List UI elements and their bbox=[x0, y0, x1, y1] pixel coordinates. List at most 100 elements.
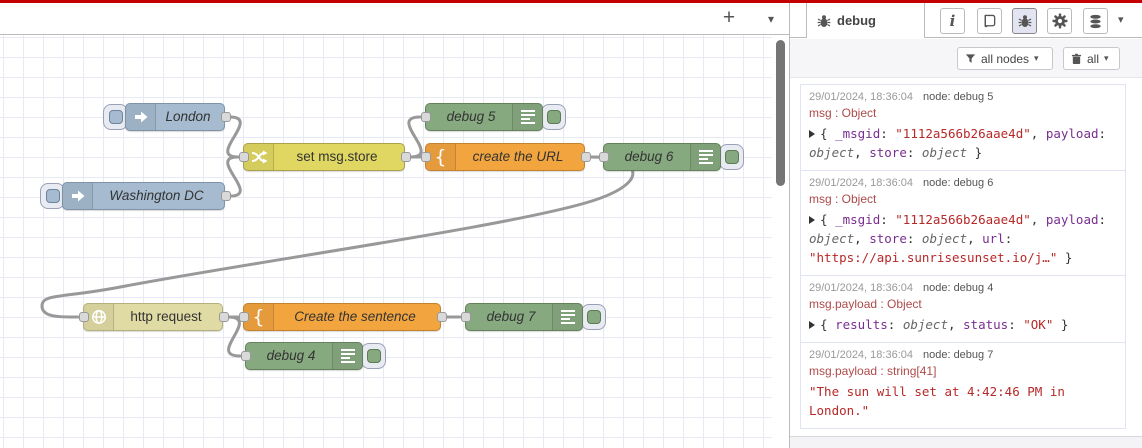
token: payload bbox=[1045, 212, 1099, 227]
token: object bbox=[921, 145, 968, 160]
gear-icon bbox=[1052, 13, 1067, 29]
node-label: debug 6 bbox=[624, 149, 674, 164]
expand-caret-icon[interactable] bbox=[809, 130, 815, 138]
output-port[interactable] bbox=[581, 152, 591, 162]
debug-toggle-button[interactable] bbox=[719, 144, 744, 170]
message-property-path: msg : Object bbox=[809, 192, 877, 206]
node-label: Create the sentence bbox=[294, 309, 416, 324]
token: : bbox=[906, 231, 922, 246]
message-timestamp: 29/01/2024, 18:36:04 bbox=[809, 91, 913, 103]
node-debug-7[interactable]: debug 7 bbox=[461, 303, 583, 331]
node-label: debug 5 bbox=[446, 109, 496, 124]
token: results bbox=[835, 317, 888, 332]
output-port[interactable] bbox=[221, 112, 231, 122]
token: store bbox=[869, 145, 907, 160]
token: : bbox=[880, 126, 896, 141]
input-port[interactable] bbox=[599, 152, 609, 162]
token: { bbox=[820, 212, 836, 227]
token: _msgid bbox=[835, 126, 881, 141]
message-node: node: debug 7 bbox=[922, 349, 994, 361]
debug-message: 29/01/2024, 18:36:04 node: debug 7 msg.pa… bbox=[801, 343, 1125, 429]
node-label: create the URL bbox=[472, 149, 564, 164]
token: , bbox=[967, 231, 983, 246]
node-inject-london[interactable]: London bbox=[125, 103, 231, 131]
canvas-scrollbar-thumb[interactable] bbox=[776, 40, 785, 186]
debug-message-list[interactable]: 29/01/2024, 18:36:04 node: debug 5 msg : … bbox=[800, 84, 1126, 429]
node-label: http request bbox=[130, 309, 202, 324]
debug-button-square bbox=[587, 310, 601, 324]
token: } bbox=[967, 145, 983, 160]
message-property-path: msg.payload : Object bbox=[809, 297, 922, 311]
token: } bbox=[1057, 250, 1073, 265]
trash-icon bbox=[1071, 53, 1082, 64]
tab-debug[interactable]: debug bbox=[806, 3, 925, 38]
inject-button-square bbox=[46, 189, 60, 203]
node-red-app: + ▾ London Washington DC set msg.store d… bbox=[0, 0, 1142, 448]
token: payload bbox=[1045, 126, 1099, 141]
input-port[interactable] bbox=[239, 152, 249, 162]
node-change-set-msg-store[interactable]: set msg.store bbox=[239, 143, 411, 171]
node-label: Washington DC bbox=[109, 188, 204, 203]
token: "OK" bbox=[1023, 317, 1054, 332]
config-tab-button[interactable] bbox=[1047, 8, 1072, 34]
debug-toggle-button[interactable] bbox=[581, 304, 606, 330]
message-payload: { results: object, status: "OK" } bbox=[809, 315, 1117, 334]
inject-icon bbox=[63, 183, 93, 209]
node-debug-6[interactable]: debug 6 bbox=[599, 143, 721, 171]
sidebar-menu-chevron-icon[interactable]: ▾ bbox=[1118, 13, 1124, 26]
token: : bbox=[1098, 212, 1107, 227]
debug-icon bbox=[690, 144, 720, 170]
node-inject-washington[interactable]: Washington DC bbox=[62, 182, 231, 210]
expand-caret-icon[interactable] bbox=[809, 321, 815, 329]
token: : bbox=[880, 212, 896, 227]
token: object bbox=[809, 231, 855, 246]
node-debug-4[interactable]: debug 4 bbox=[241, 342, 363, 370]
input-port[interactable] bbox=[421, 152, 431, 162]
token: , bbox=[854, 145, 870, 160]
debug-tab-button[interactable] bbox=[1012, 8, 1037, 34]
debug-panel-footer bbox=[790, 436, 1142, 448]
token: , bbox=[947, 317, 964, 332]
context-tab-button[interactable] bbox=[1083, 8, 1108, 34]
bug-icon bbox=[1018, 15, 1031, 27]
filter-caret-icon: ▾ bbox=[1034, 53, 1039, 63]
node-function-create-url[interactable]: { create the URL bbox=[421, 143, 591, 171]
output-port[interactable] bbox=[221, 191, 231, 201]
token: , bbox=[1030, 126, 1046, 141]
input-port[interactable] bbox=[241, 351, 251, 361]
message-node: node: debug 6 bbox=[922, 177, 994, 189]
input-port[interactable] bbox=[239, 312, 249, 322]
message-payload: { _msgid: "1112a566b26aae4d", payload: o… bbox=[809, 210, 1117, 267]
input-port[interactable] bbox=[79, 312, 89, 322]
debug-toggle-button[interactable] bbox=[541, 104, 566, 130]
expand-caret-icon[interactable] bbox=[809, 216, 815, 224]
input-port[interactable] bbox=[421, 112, 431, 122]
node-http-request[interactable]: http request bbox=[79, 303, 229, 331]
tab-debug-label: debug bbox=[837, 13, 876, 28]
node-debug-5[interactable]: debug 5 bbox=[421, 103, 543, 131]
help-tab-button[interactable] bbox=[977, 8, 1002, 34]
filter-nodes-button[interactable]: all nodes ▾ bbox=[957, 47, 1053, 70]
input-port[interactable] bbox=[461, 312, 471, 322]
output-port[interactable] bbox=[401, 152, 411, 162]
message-property-path: msg.payload : string[41] bbox=[809, 364, 937, 378]
flow-list-chevron-icon[interactable]: ▾ bbox=[768, 7, 774, 31]
clear-messages-button[interactable]: all ▾ bbox=[1063, 47, 1120, 70]
debug-toggle-button[interactable] bbox=[361, 343, 386, 369]
message-meta: 29/01/2024, 18:36:04 node: debug 7 bbox=[809, 349, 1117, 361]
output-port[interactable] bbox=[219, 312, 229, 322]
canvas-scrollbar-track[interactable] bbox=[772, 35, 789, 448]
node-function-create-sentence[interactable]: { Create the sentence bbox=[239, 303, 447, 331]
token: object bbox=[902, 317, 948, 332]
message-payload: "The sun will set at 4:42:46 PM in Londo… bbox=[809, 382, 1117, 420]
token: url bbox=[982, 231, 1005, 246]
add-flow-button[interactable]: + bbox=[716, 5, 742, 31]
message-property-path: msg : Object bbox=[809, 106, 877, 120]
info-tab-button[interactable]: i bbox=[940, 8, 965, 34]
token: "The sun will set at 4:42:46 PM in Londo… bbox=[809, 384, 1065, 418]
message-meta: 29/01/2024, 18:36:04 node: debug 5 bbox=[809, 91, 1117, 103]
debug-message: 29/01/2024, 18:36:04 node: debug 4 msg.pa… bbox=[801, 276, 1125, 343]
database-icon bbox=[1090, 14, 1101, 28]
output-port[interactable] bbox=[437, 312, 447, 322]
filter-funnel-icon bbox=[965, 54, 976, 63]
